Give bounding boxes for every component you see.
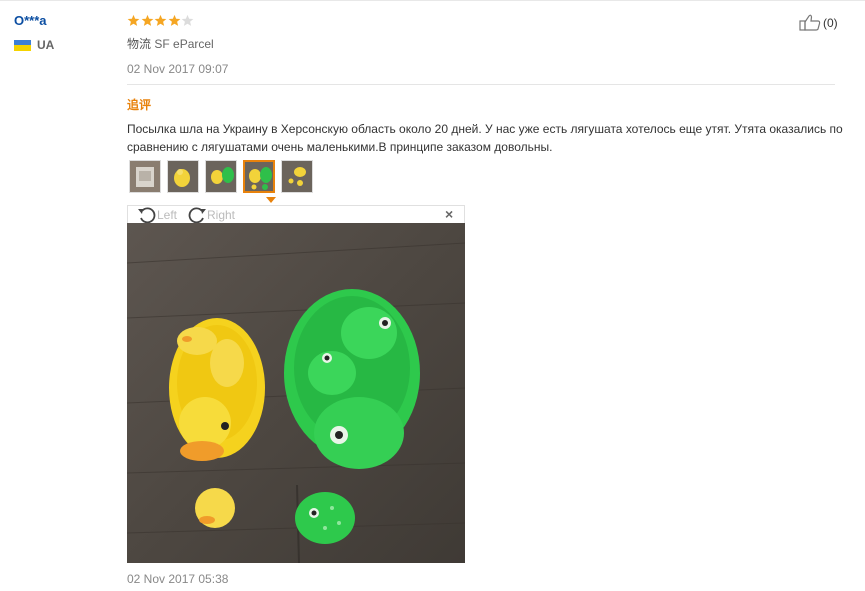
rotate-left-icon bbox=[138, 207, 156, 223]
close-icon[interactable]: × bbox=[445, 206, 453, 222]
review-photo-large bbox=[126, 223, 466, 564]
rotate-left-label: Left bbox=[157, 207, 178, 222]
active-thumbnail-caret bbox=[266, 197, 276, 203]
followup-text: Посылка шла на Украину в Херсонскую обла… bbox=[127, 122, 843, 154]
image-viewer-toolbar: Left Right × bbox=[127, 205, 465, 223]
photo-thumbnail-5[interactable] bbox=[281, 160, 313, 193]
followup-date: 02 Nov 2017 05:38 bbox=[127, 572, 229, 586]
followup-heading: 追评 bbox=[127, 98, 152, 112]
logistics-info: 物流 SF eParcel bbox=[127, 35, 214, 52]
country-code: UA bbox=[37, 38, 55, 52]
photo-thumbnail-1[interactable] bbox=[129, 160, 161, 193]
rating-stars bbox=[127, 14, 195, 27]
rotate-right-button[interactable]: Right bbox=[187, 206, 235, 223]
helpful-count: (0) bbox=[823, 15, 838, 30]
logistics-value: SF eParcel bbox=[154, 37, 214, 51]
helpful-button[interactable]: (0) bbox=[799, 14, 838, 31]
rotate-right-icon bbox=[188, 207, 206, 223]
star-icon bbox=[141, 14, 153, 26]
reviewer-name[interactable]: O***a bbox=[14, 13, 47, 28]
thumbs-up-icon bbox=[799, 14, 821, 31]
rotate-left-button[interactable]: Left bbox=[137, 206, 177, 223]
star-icon bbox=[154, 14, 167, 26]
top-divider bbox=[0, 0, 865, 1]
reviewer-country: UA bbox=[14, 38, 54, 52]
rotate-right-label: Right bbox=[207, 207, 236, 222]
ukraine-flag-icon bbox=[14, 39, 31, 51]
review-date: 02 Nov 2017 09:07 bbox=[127, 62, 229, 76]
star-icon bbox=[127, 14, 140, 26]
logistics-label: 物流 bbox=[127, 37, 152, 51]
photo-thumbnail-4[interactable] bbox=[243, 160, 275, 193]
section-divider bbox=[127, 84, 835, 85]
photo-thumbnail-3[interactable] bbox=[205, 160, 237, 193]
star-icon bbox=[181, 14, 194, 26]
star-icon bbox=[168, 14, 180, 26]
photo-thumbnails bbox=[129, 160, 319, 193]
photo-thumbnail-2[interactable] bbox=[167, 160, 199, 193]
